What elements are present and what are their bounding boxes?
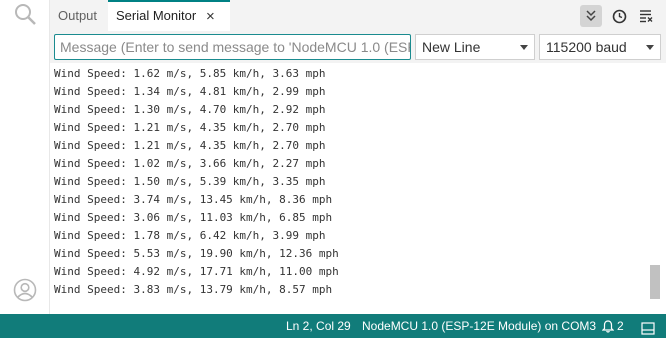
output-line: Wind Speed: 4.92 m/s, 17.71 km/h, 11.00 … [54,265,339,278]
baud-rate-select[interactable]: 115200 baud [539,34,661,60]
tab-serial-monitor-label: Serial Monitor [116,8,197,23]
board-port-indicator[interactable]: NodeMCU 1.0 (ESP-12E Module) on COM3 [362,314,596,338]
panel-tab-bar: Output Serial Monitor × [50,0,666,31]
scrollbar-thumb[interactable] [650,265,660,299]
search-icon[interactable] [13,2,37,31]
output-line: Wind Speed: 3.06 m/s, 11.03 km/h, 6.85 m… [54,211,333,224]
output-line: Wind Speed: 5.53 m/s, 19.90 km/h, 12.36 … [54,247,339,260]
line-ending-value: New Line [422,39,481,55]
chevrons-down-icon [586,10,596,22]
output-line: Wind Speed: 1.50 m/s, 5.39 km/h, 3.35 mp… [54,175,326,188]
serial-output[interactable]: Wind Speed: 1.62 m/s, 5.85 km/h, 3.63 mp… [50,63,666,314]
output-line: Wind Speed: 1.34 m/s, 4.81 km/h, 2.99 mp… [54,85,326,98]
output-line: Wind Speed: 1.78 m/s, 6.42 km/h, 3.99 mp… [54,229,326,242]
output-line: Wind Speed: 1.62 m/s, 5.85 km/h, 3.63 mp… [54,67,326,80]
serial-input-row: Message (Enter to send message to 'NodeM… [50,31,666,63]
account-icon[interactable] [13,278,37,307]
message-input[interactable]: Message (Enter to send message to 'NodeM… [54,34,411,60]
line-ending-select[interactable]: New Line [415,34,535,60]
output-line: Wind Speed: 1.21 m/s, 4.35 km/h, 2.70 mp… [54,139,326,152]
output-line: Wind Speed: 3.83 m/s, 13.79 km/h, 8.57 m… [54,283,333,296]
tab-output[interactable]: Output [50,0,108,31]
clear-output-button[interactable] [635,5,657,27]
autoscroll-button[interactable] [580,5,602,27]
notifications[interactable]: 2 [602,314,624,338]
cursor-position[interactable]: Ln 2, Col 29 [286,314,351,338]
chevron-down-icon [520,45,528,50]
chevron-down-icon [646,45,654,50]
output-line: Wind Speed: 3.74 m/s, 13.45 km/h, 8.36 m… [54,193,333,206]
clear-output-icon [639,10,652,23]
toggle-timestamp-button[interactable] [608,5,630,27]
output-line: Wind Speed: 1.21 m/s, 4.35 km/h, 2.70 mp… [54,121,326,134]
status-bar: Ln 2, Col 29 NodeMCU 1.0 (ESP-12E Module… [0,314,666,338]
baud-rate-value: 115200 baud [546,39,627,55]
clock-icon [612,9,626,23]
bell-icon [602,319,614,333]
toggle-panel-icon[interactable] [641,319,655,338]
close-icon[interactable]: × [206,2,215,32]
output-line: Wind Speed: 1.30 m/s, 4.70 km/h, 2.92 mp… [54,103,326,116]
output-line: Wind Speed: 1.02 m/s, 3.66 km/h, 2.27 mp… [54,157,326,170]
notification-count: 2 [617,319,624,333]
output-lines: Wind Speed: 1.62 m/s, 5.85 km/h, 3.63 mp… [54,65,339,299]
tab-serial-monitor[interactable]: Serial Monitor × [108,0,230,31]
activity-bar [0,0,50,314]
